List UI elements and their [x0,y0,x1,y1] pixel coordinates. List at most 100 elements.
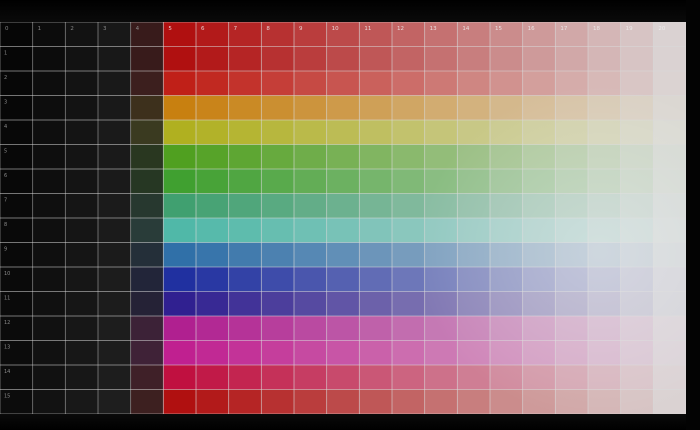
color-swatch [359,340,393,366]
color-grid-svg: 0 1 2 3 4 5 6 7 8 9 10 11 12 13 14 15 16 17 18 19 2012345678… [0,22,686,414]
color-swatch [228,46,262,72]
color-swatch [424,120,458,145]
color-swatch [326,144,360,170]
color-swatch [130,95,164,121]
color-swatch [522,193,556,219]
color-swatch [522,389,556,414]
monitor-bezel-right [686,0,700,430]
color-swatch [163,46,197,72]
color-swatch [130,120,164,145]
color-swatch [326,291,360,317]
color-swatch [294,169,327,194]
color-swatch [424,365,458,390]
color-swatch [326,95,360,121]
color-swatch [555,340,589,366]
color-swatch [457,120,491,145]
color-swatch [359,71,393,96]
color-swatch [490,71,523,96]
color-swatch [98,291,131,317]
color-swatch [522,242,556,268]
color-swatch [326,365,360,390]
color-swatch [65,46,99,72]
color-swatch [490,193,523,219]
color-swatch [326,120,360,145]
color-swatch [32,291,66,317]
color-swatch [130,267,164,292]
color-swatch [98,144,131,170]
color-swatch [555,144,589,170]
color-swatch [294,340,327,366]
color-swatch [424,46,458,72]
column-number-label: 19 [626,26,633,32]
column-number-label: 7 [234,26,238,32]
color-swatch [359,169,393,194]
color-swatch [653,71,686,96]
color-swatch [457,267,491,292]
color-swatch [392,389,425,414]
color-swatch [424,340,458,366]
column-number-label: 13 [430,26,437,32]
color-swatch [457,169,491,194]
row-number-label: 13 [4,344,10,350]
color-swatch [261,95,295,121]
color-swatch [163,95,197,121]
row-number-label: 12 [4,320,10,326]
color-swatch [163,340,197,366]
color-swatch [32,389,66,414]
color-swatch [457,291,491,317]
color-swatch [555,71,589,96]
color-swatch [490,242,523,268]
color-swatch [98,71,131,96]
color-swatch [294,267,327,292]
color-swatch [555,389,589,414]
color-swatch [522,144,556,170]
color-swatch [457,242,491,268]
color-swatch [620,46,654,72]
color-swatch [98,95,131,121]
color-swatch [65,71,99,96]
color-swatch [653,144,686,170]
color-swatch [392,340,425,366]
color-swatch [98,365,131,390]
color-swatch [424,242,458,268]
color-swatch [653,267,686,292]
color-swatch [392,46,425,72]
color-swatch [490,95,523,121]
color-swatch [588,365,621,390]
color-swatch [228,291,262,317]
column-number-label: 5 [168,26,172,32]
column-number-label: 6 [201,26,205,32]
color-swatch [32,316,66,341]
color-swatch [490,46,523,72]
color-swatch [457,193,491,219]
column-number-label: 20 [658,26,665,32]
color-swatch [130,291,164,317]
color-swatch [32,242,66,268]
color-swatch [522,71,556,96]
color-swatch [326,340,360,366]
color-swatch [98,242,131,268]
row-number-label: 1 [4,50,7,56]
color-swatch [326,46,360,72]
color-swatch [32,193,66,219]
color-swatch [196,365,229,390]
color-swatch [392,316,425,341]
color-swatch [294,144,327,170]
color-swatch [457,389,491,414]
color-swatch [359,218,393,243]
color-swatch [359,267,393,292]
color-swatch [326,389,360,414]
row-number-label: 5 [4,148,7,154]
color-swatch [555,169,589,194]
color-swatch [196,340,229,366]
row-number-label: 3 [4,99,7,105]
color-swatch [261,144,295,170]
color-swatch [98,46,131,72]
color-swatch [457,71,491,96]
color-swatch [32,267,66,292]
color-swatch [32,71,66,96]
color-swatch [261,120,295,145]
color-swatch [228,95,262,121]
color-swatch [65,169,99,194]
color-swatch [490,120,523,145]
